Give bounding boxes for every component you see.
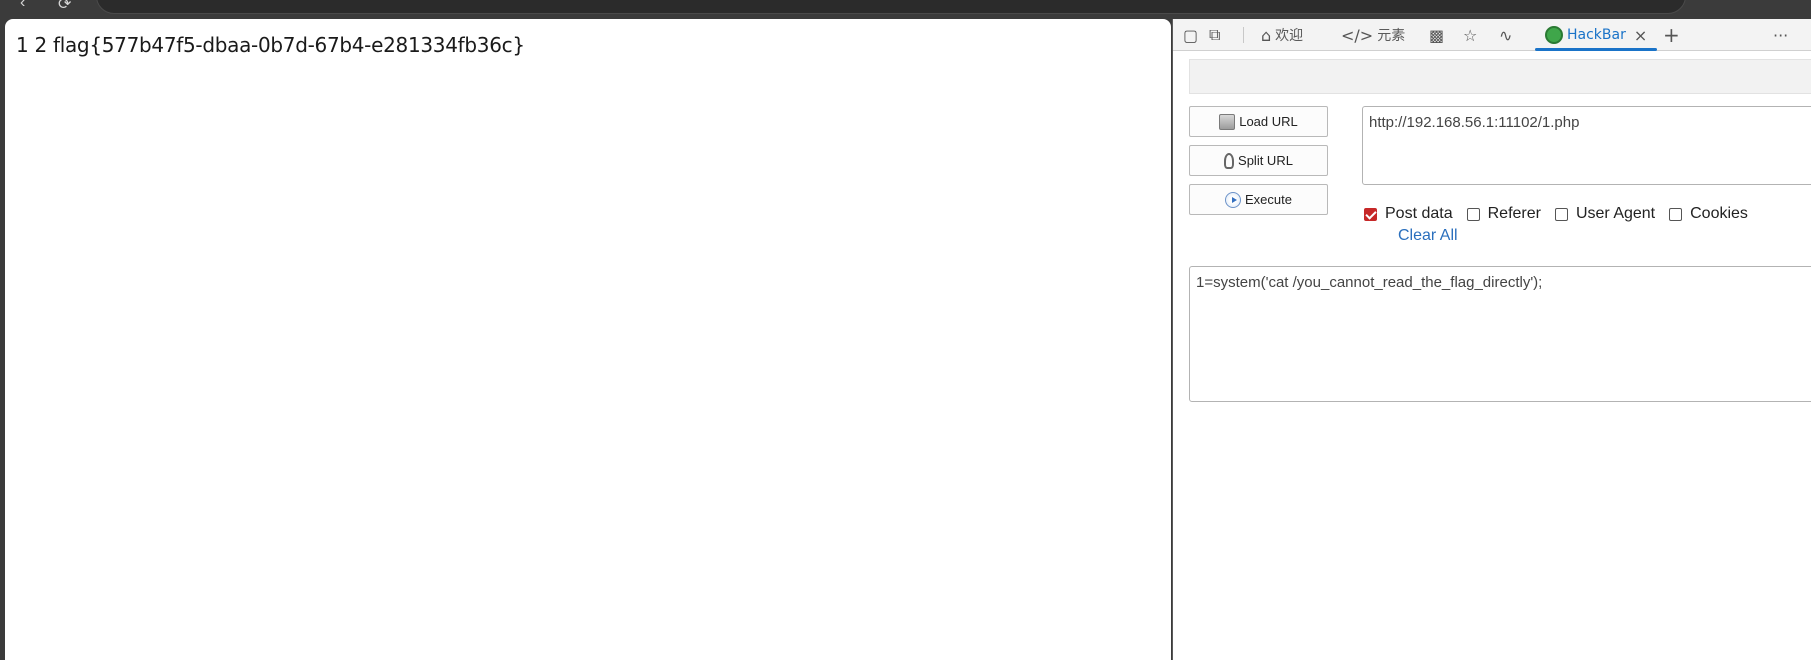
device-emulation-icon[interactable]: ▢ — [1183, 19, 1202, 51]
tab-welcome[interactable]: ⌂ 欢迎 — [1261, 19, 1303, 51]
referer-checkbox[interactable]: Referer — [1466, 205, 1541, 223]
wifi-icon: ∿ — [1499, 25, 1513, 45]
console-icon: ▩ — [1429, 25, 1445, 45]
execute-button[interactable]: Execute — [1189, 184, 1328, 215]
tab-console[interactable]: ▩ — [1429, 19, 1448, 51]
tab-network[interactable]: ∿ — [1499, 19, 1516, 51]
hackbar-toolbar — [1189, 59, 1811, 94]
back-icon[interactable]: ‹ — [20, 0, 25, 12]
url-input[interactable]: http://192.168.56.1:11102/1.php — [1362, 106, 1811, 185]
load-url-icon — [1219, 113, 1236, 130]
devtools-tab-bar: ▢ ⧉ ⌂ 欢迎 </> 元素 ▩ ☆ ∿ HackBar × + ··· — [1173, 19, 1811, 51]
tab-sources[interactable]: ☆ — [1463, 19, 1481, 51]
split-url-button[interactable]: Split URL — [1189, 145, 1328, 176]
page-viewport: 1 2 flag{577b47f5-dbaa-0b7d-67b4-e281334… — [5, 19, 1171, 660]
devtools-panel: ▢ ⧉ ⌂ 欢迎 </> 元素 ▩ ☆ ∿ HackBar × + ··· Lo… — [1172, 19, 1811, 660]
options-row: Post data Referer User Agent Cookies — [1364, 205, 1762, 223]
load-url-button[interactable]: Load URL — [1189, 106, 1328, 137]
play-icon — [1225, 191, 1241, 208]
more-options-icon[interactable]: ··· — [1773, 19, 1792, 51]
dock-icon[interactable]: ⧉ — [1209, 19, 1224, 51]
checkbox-checked[interactable] — [1364, 207, 1377, 221]
user-agent-checkbox[interactable]: User Agent — [1554, 205, 1655, 223]
page-output-text: 1 2 flag{577b47f5-dbaa-0b7d-67b4-e281334… — [16, 33, 525, 57]
checkbox-unchecked[interactable] — [1466, 207, 1480, 221]
bug-icon: ☆ — [1463, 25, 1478, 45]
cookies-checkbox[interactable]: Cookies — [1669, 205, 1748, 223]
checkbox-unchecked[interactable] — [1669, 207, 1683, 221]
home-icon: ⌂ — [1261, 25, 1272, 45]
close-tab-icon[interactable]: × — [1634, 26, 1647, 45]
refresh-icon[interactable]: ⟳ — [58, 0, 71, 14]
add-tab-button[interactable]: + — [1663, 19, 1684, 51]
browser-toolbar: ‹ ⟳ — [0, 0, 1811, 18]
hackbar-logo-icon — [1545, 26, 1563, 44]
tab-hackbar[interactable]: HackBar × — [1535, 19, 1658, 51]
code-icon: </> — [1341, 25, 1374, 45]
post-data-input[interactable]: 1=system('cat /you_cannot_read_the_flag_… — [1189, 266, 1811, 402]
scissors-icon — [1224, 152, 1235, 169]
post-data-checkbox[interactable]: Post data — [1364, 205, 1453, 223]
tab-elements[interactable]: </> 元素 — [1341, 19, 1405, 51]
address-bar[interactable] — [96, 0, 1686, 14]
clear-all-link[interactable]: Clear All — [1398, 227, 1458, 245]
checkbox-unchecked[interactable] — [1554, 207, 1568, 221]
